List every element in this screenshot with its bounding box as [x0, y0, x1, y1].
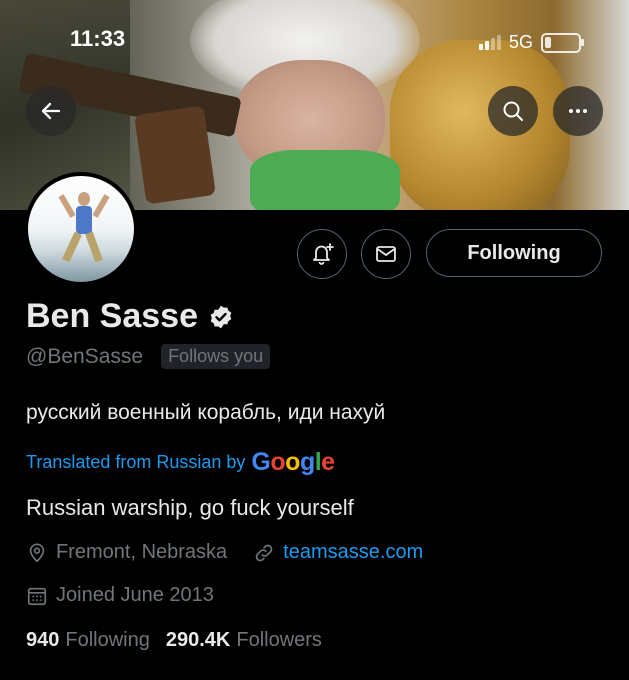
- banner-rifle-stock: [134, 105, 216, 205]
- message-button[interactable]: [361, 229, 411, 279]
- profile-name-row: Ben Sasse: [26, 297, 234, 336]
- translated-from-label: Translated from Russian by: [26, 452, 246, 472]
- location-pin-icon: [29, 542, 45, 562]
- status-time: 11:33: [70, 26, 126, 51]
- banner-scarf: [250, 150, 400, 210]
- more-icon: [569, 109, 587, 113]
- mail-icon: [376, 246, 396, 262]
- followers-label: Followers: [236, 629, 322, 651]
- back-button[interactable]: [26, 86, 76, 136]
- more-button[interactable]: [553, 86, 603, 136]
- google-logo: Google: [251, 448, 335, 476]
- profile-website-link[interactable]: teamsasse.com: [283, 541, 423, 564]
- following-button[interactable]: Following: [426, 229, 602, 277]
- battery-icon: [541, 32, 584, 53]
- handle-row: @BenSasse Follows you: [26, 344, 271, 369]
- profile-bio: русский военный корабль, иди нахуй: [26, 401, 386, 424]
- bell-plus-icon: [313, 243, 334, 265]
- follows-you-badge: Follows you: [161, 344, 271, 369]
- following-count: 940: [26, 629, 60, 651]
- joined-row: Joined June 2013: [26, 584, 214, 607]
- profile-joined: Joined June 2013: [56, 584, 214, 606]
- follow-stats: 940 Following 290.4K Followers: [26, 629, 322, 652]
- search-button[interactable]: [488, 86, 538, 136]
- following-stat[interactable]: 940 Following: [26, 629, 150, 652]
- link-icon: [255, 544, 273, 561]
- followers-stat[interactable]: 290.4K Followers: [166, 629, 322, 652]
- calendar-icon: [27, 587, 47, 605]
- signal-icon: [478, 35, 501, 50]
- followers-count: 290.4K: [165, 629, 231, 651]
- profile-location: Fremont, Nebraska: [56, 541, 228, 563]
- following-label: Following: [65, 629, 150, 651]
- translation-attribution[interactable]: Translated from Russian by Google: [26, 448, 335, 477]
- network-label: 5G: [508, 32, 533, 52]
- location-website-row: Fremont, Nebraska teamsasse.com: [26, 541, 423, 564]
- avatar[interactable]: [24, 172, 138, 286]
- verified-icon[interactable]: [208, 304, 234, 330]
- search-icon: [503, 101, 523, 121]
- notifications-button[interactable]: [297, 229, 347, 279]
- status-network: 5G: [478, 32, 584, 53]
- banner-coat: [390, 40, 570, 210]
- arrow-left-icon: [41, 102, 61, 120]
- profile-handle: @BenSasse: [26, 344, 144, 368]
- bio-translation: Russian warship, go fuck yourself: [26, 495, 354, 520]
- profile-name: Ben Sasse: [26, 297, 198, 335]
